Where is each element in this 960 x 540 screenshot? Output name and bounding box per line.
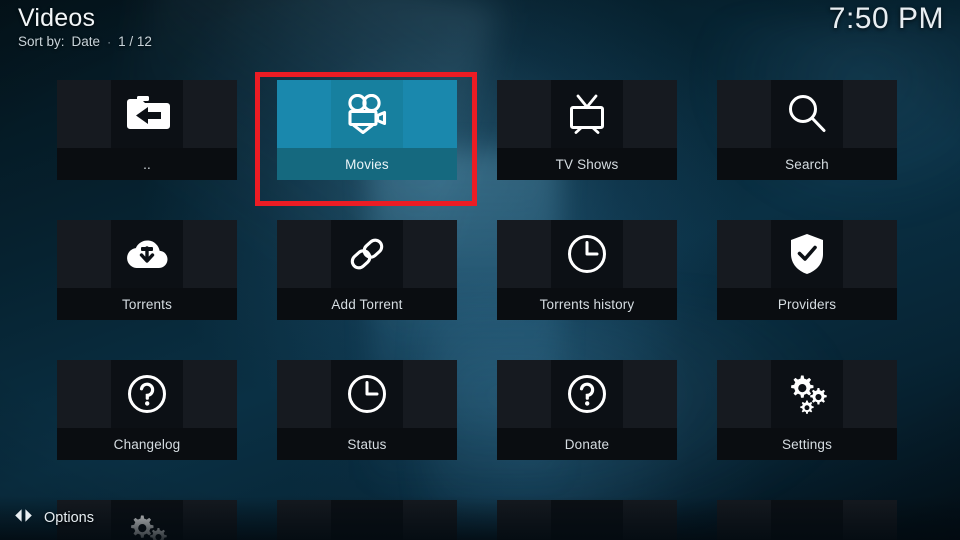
page-title: Videos <box>18 4 96 32</box>
clock-icon <box>277 360 457 428</box>
tile-label-strip: .. <box>57 148 237 180</box>
left-right-arrows-icon <box>14 508 33 528</box>
clock: 7:50 PM <box>828 2 944 35</box>
tile-label-strip: Add Torrent <box>277 288 457 320</box>
sort-prefix-label: Sort by: <box>18 34 65 49</box>
tile-label: Add Torrent <box>331 296 403 312</box>
shield-check-icon <box>717 220 897 288</box>
tile-grid: .. Movies TV Shows Search Torrents Add T… <box>57 80 897 540</box>
tile-label: Torrents history <box>539 296 635 312</box>
search-icon <box>717 80 897 148</box>
sort-value-label: Date <box>71 34 101 49</box>
question-circle-icon <box>57 360 237 428</box>
tile-status[interactable]: Status <box>277 360 457 460</box>
tile-changelog[interactable]: Changelog <box>57 360 237 460</box>
tile-add-torrent[interactable]: Add Torrent <box>277 220 457 320</box>
tile-label-strip: Changelog <box>57 428 237 460</box>
tile-label: Changelog <box>113 436 181 452</box>
tile-label-strip: TV Shows <box>497 148 677 180</box>
header: Videos Sort by: Date · 1 / 12 <box>18 4 152 49</box>
tile-search[interactable]: Search <box>717 80 897 180</box>
options-label: Options <box>44 510 94 526</box>
tile-label-strip: Donate <box>497 428 677 460</box>
tile-providers[interactable]: Providers <box>717 220 897 320</box>
tile-label: Status <box>347 436 387 452</box>
movie-camera-icon <box>277 80 457 148</box>
tile-label: Providers <box>777 296 837 312</box>
tile-torrents[interactable]: Torrents <box>57 220 237 320</box>
cloud-download-icon <box>57 220 237 288</box>
kodi-videos-screen: Videos Sort by: Date · 1 / 12 7:50 PM ..… <box>0 0 960 540</box>
tile-label: Donate <box>564 436 610 452</box>
sort-info: Sort by: Date · 1 / 12 <box>18 34 152 49</box>
television-icon <box>497 80 677 148</box>
chain-link-icon <box>277 220 457 288</box>
folder-back-icon <box>57 80 237 148</box>
tile-label: Settings <box>782 436 832 452</box>
tile-label-strip: Movies <box>277 148 457 180</box>
tile-label: .. <box>143 156 151 172</box>
tile-label: Search <box>785 156 829 172</box>
options-button[interactable]: Options <box>14 508 94 528</box>
tile-parent-dir[interactable]: .. <box>57 80 237 180</box>
tile-label: Torrents <box>122 296 172 312</box>
tile-movies[interactable]: Movies <box>277 80 457 180</box>
tile-label-strip: Torrents history <box>497 288 677 320</box>
tile-label-strip: Search <box>717 148 897 180</box>
tile-settings[interactable]: Settings <box>717 360 897 460</box>
tile-label-strip: Providers <box>717 288 897 320</box>
clock-icon <box>497 220 677 288</box>
page-indicator: 1 / 12 <box>118 34 152 49</box>
gears-icon <box>717 360 897 428</box>
tile-tv-shows[interactable]: TV Shows <box>497 80 677 180</box>
tile-label-strip: Settings <box>717 428 897 460</box>
tile-label-strip: Status <box>277 428 457 460</box>
tile-label: TV Shows <box>555 156 619 172</box>
tile-donate[interactable]: Donate <box>497 360 677 460</box>
tile-label-strip: Torrents <box>57 288 237 320</box>
tile-torrents-history[interactable]: Torrents history <box>497 220 677 320</box>
bottom-bar: Options <box>0 496 960 540</box>
question-circle-icon <box>497 360 677 428</box>
tile-label: Movies <box>345 156 389 172</box>
separator-dot: · <box>107 34 112 49</box>
